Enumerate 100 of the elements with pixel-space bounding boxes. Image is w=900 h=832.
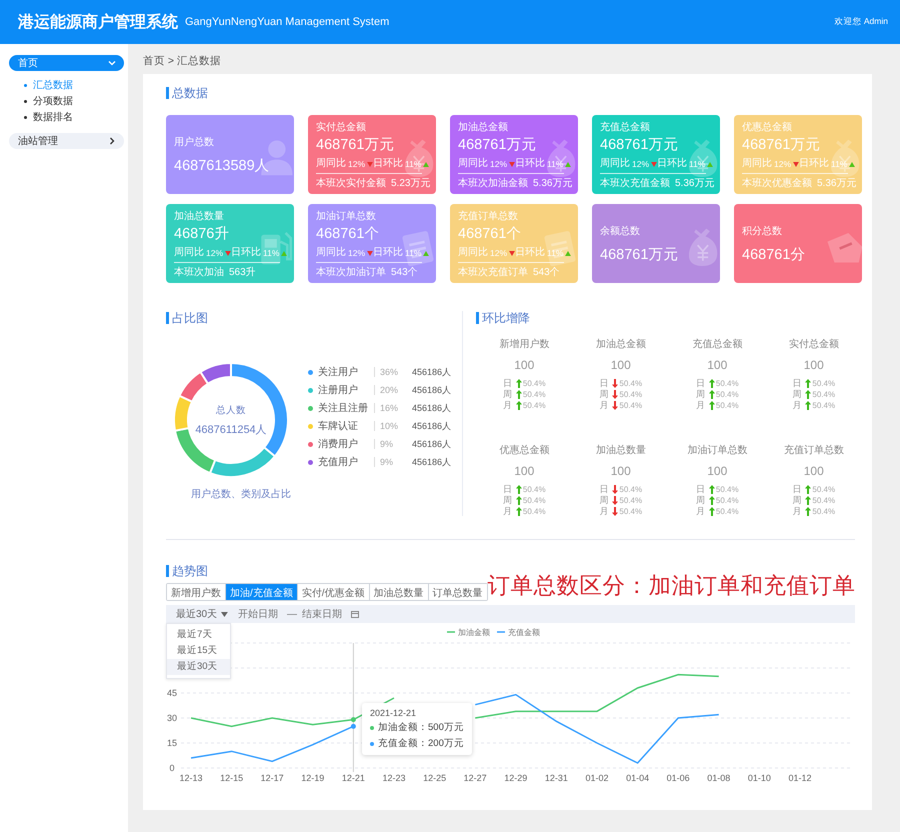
change-value: 50.4% [812, 496, 836, 504]
footer-label: 本班次加油订单 [316, 267, 386, 279]
stat-label: 周同比 [458, 158, 488, 170]
period-label: 月 [599, 504, 610, 518]
axis-label: 30 [167, 713, 177, 723]
axis-label: 12-19 [301, 773, 324, 783]
legend-label: 关注用户 [318, 366, 359, 379]
section-title: 趋势图 [172, 562, 208, 580]
stat-value: 12% [348, 158, 366, 170]
period-label: 月 [502, 504, 513, 518]
section-title: 总数据 [172, 84, 208, 102]
stat-value: 11% [689, 158, 706, 170]
card-value: 468761万元 [600, 247, 678, 264]
footer-label: 本班次优惠金额 [742, 178, 812, 190]
metric-value: 100 [514, 358, 534, 372]
axis-label: 01-08 [707, 773, 730, 783]
period-label: 周 [502, 494, 513, 506]
metric-value: 100 [610, 464, 631, 478]
axis-label: 01-06 [666, 773, 690, 783]
series-dot [370, 726, 374, 730]
change-value: 50.4% [619, 484, 642, 494]
stat-label: 日环比 [231, 247, 262, 259]
change-value: 50.4% [716, 484, 739, 494]
start-date-field[interactable]: 开始日期 [238, 608, 282, 620]
stat-label: 周同比 [316, 158, 346, 170]
nav-item[interactable]: 油站管理 [9, 133, 124, 149]
card-title: 余额总数 [600, 226, 640, 238]
change-value: 50.4% [619, 378, 642, 388]
stat-label: 周同比 [458, 247, 488, 259]
change-value: 50.4% [716, 390, 739, 398]
axis-label: 12-17 [260, 773, 284, 783]
stat-value: 11% [831, 158, 848, 170]
change-value: 50.4% [522, 390, 546, 398]
stat-value: 12% [774, 158, 792, 170]
metric-title: 实付总金额 [788, 338, 839, 351]
period-label: 日 [502, 482, 513, 496]
tab[interactable]: 加油/充值金额 [226, 584, 298, 600]
metric-title: 充值总金额 [692, 338, 742, 351]
change-value: 50.4% [522, 506, 546, 516]
stat-label: 日环比 [373, 247, 404, 259]
period-label: 日 [696, 376, 706, 390]
nav-item[interactable]: 首页 [9, 55, 124, 71]
chart-caption: 用户总数、类别及占比 [191, 488, 291, 501]
card-value: 468761个 [316, 226, 380, 243]
nav-subitem[interactable]: 分项数据 [24, 93, 73, 109]
legend-count: 456186人 [412, 438, 452, 450]
app-subtitle: GangYunNengYuan Management System [185, 16, 390, 28]
footer-label: 本班次加油金额 [458, 178, 528, 190]
card-value: 468761个 [458, 226, 522, 243]
legend-item: 加油金额 [447, 628, 490, 637]
legend-label: 车牌认证 [318, 420, 359, 433]
axis-label: 15 [167, 738, 177, 748]
legend-label: 加油金额 [458, 628, 490, 637]
change-value: 50.4% [619, 506, 642, 516]
period-label: 日 [792, 482, 802, 496]
axis-label: 01-12 [788, 773, 812, 783]
period-label: 日 [599, 376, 610, 390]
period-label: 月 [502, 398, 513, 412]
stat-value: 11% [405, 158, 422, 170]
metric-value: 100 [804, 464, 824, 478]
change-value: 50.4% [619, 400, 642, 410]
legend-percent: 16% [374, 403, 404, 413]
card-value: 4687613589人 [174, 158, 270, 175]
period-label: 月 [792, 504, 802, 518]
dropdown-option[interactable]: 最近15天 [167, 643, 230, 659]
card-title: 积分总数 [742, 226, 782, 238]
app-title: 港运能源商户管理系统 [18, 12, 178, 32]
change-value: 50.4% [522, 496, 546, 504]
period-label: 周 [696, 494, 706, 506]
nav-subitem[interactable]: 汇总数据 [24, 77, 73, 93]
card-title: 用户总数 [174, 137, 214, 149]
period-label: 周 [792, 494, 802, 506]
stat-value: 12% [632, 158, 650, 170]
breadcrumb: 首页 > 汇总数据 [143, 54, 221, 69]
nav-subitem[interactable]: 数据排名 [24, 109, 73, 125]
metric-value: 100 [610, 358, 631, 372]
axis-label: 12-27 [464, 773, 487, 783]
dropdown-option[interactable]: 最近30天 [167, 659, 230, 675]
card-title: 充值订单总数 [458, 211, 518, 223]
period-label: 周 [502, 388, 513, 400]
legend-label: 注册用户 [318, 384, 359, 397]
change-value: 50.4% [812, 506, 836, 516]
range-select[interactable]: 最近30天 [166, 605, 228, 623]
stat-value: 11% [547, 158, 564, 170]
tab[interactable]: 新增用户数 [167, 584, 226, 600]
legend-percent: 20% [374, 385, 404, 395]
legend-count: 456186人 [412, 384, 452, 396]
card-value: 468761万元 [458, 137, 536, 154]
center-label: 总人数 [216, 404, 246, 416]
dropdown-option[interactable]: 最近7天 [167, 627, 230, 643]
axis-label: 12-29 [504, 773, 528, 783]
legend-percent: 9% [374, 457, 404, 467]
legend-item: 充值金额 [497, 628, 540, 637]
metric-title: 加油订单总数 [687, 444, 748, 457]
change-value: 50.4% [522, 378, 546, 388]
period-label: 日 [599, 482, 610, 496]
footer-label: 本班次加油 [174, 267, 224, 279]
stat-value: 11% [547, 247, 564, 259]
legend-count: 456186人 [412, 456, 452, 468]
end-date-field[interactable]: 结束日期 [302, 608, 346, 620]
